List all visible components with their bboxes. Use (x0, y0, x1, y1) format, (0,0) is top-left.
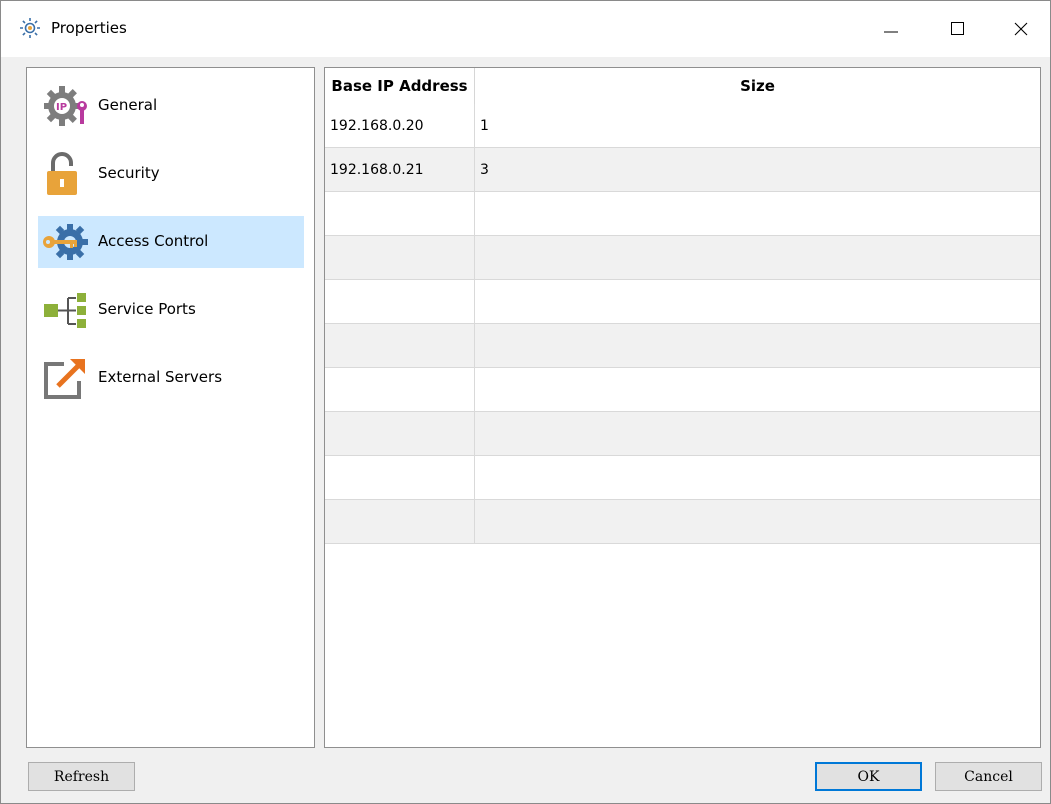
cell-base-ip[interactable] (325, 236, 475, 279)
access-control-table-panel: Base IP Address Size 192.168.0.20 1 192.16… (324, 67, 1041, 748)
cell-size[interactable]: 3 (475, 148, 1040, 191)
cell-size[interactable]: 1 (475, 104, 1040, 147)
cell-base-ip[interactable] (325, 192, 475, 235)
cell-size[interactable] (475, 280, 1040, 323)
cell-base-ip[interactable] (325, 324, 475, 367)
minimize-button[interactable] (860, 1, 922, 57)
sidebar-item-label: General (98, 96, 158, 114)
table-row[interactable] (325, 368, 1040, 412)
sidebar: IP General Security Access Control Servi… (26, 67, 315, 748)
gear-icon (20, 18, 40, 38)
table-row[interactable] (325, 456, 1040, 500)
table-row[interactable] (325, 412, 1040, 456)
table-row[interactable] (325, 324, 1040, 368)
cell-size[interactable] (475, 412, 1040, 455)
key-gear-icon (43, 224, 88, 260)
sidebar-item-security[interactable]: Security (38, 148, 304, 200)
ports-tree-icon (44, 293, 86, 328)
maximize-icon (951, 22, 964, 35)
table-row[interactable] (325, 280, 1040, 324)
table-header: Base IP Address Size (325, 68, 1040, 104)
cell-size[interactable] (475, 192, 1040, 235)
window-title: Properties (51, 19, 127, 37)
ok-button[interactable]: OK (815, 762, 922, 791)
sidebar-item-service-ports[interactable]: Service Ports (38, 284, 304, 336)
cell-size[interactable] (475, 236, 1040, 279)
sidebar-item-access-control[interactable]: Access Control (38, 216, 304, 268)
svg-text:IP: IP (56, 102, 67, 113)
table-row[interactable]: 192.168.0.20 1 (325, 104, 1040, 148)
cell-base-ip[interactable] (325, 280, 475, 323)
external-link-icon (44, 359, 85, 399)
close-button[interactable] (990, 1, 1051, 57)
cell-base-ip[interactable] (325, 412, 475, 455)
sidebar-item-label: Service Ports (98, 300, 196, 318)
refresh-button[interactable]: Refresh (28, 762, 135, 791)
cell-base-ip[interactable] (325, 368, 475, 411)
sidebar-item-label: External Servers (98, 368, 223, 386)
table-row[interactable] (325, 236, 1040, 280)
maximize-button[interactable] (926, 1, 988, 57)
title-bar[interactable]: Properties (1, 1, 1050, 57)
cell-base-ip[interactable]: 192.168.0.21 (325, 148, 475, 191)
sidebar-item-external-servers[interactable]: External Servers (38, 352, 304, 404)
table-row[interactable] (325, 192, 1040, 236)
cell-size[interactable] (475, 500, 1040, 543)
cell-size[interactable] (475, 368, 1040, 411)
sidebar-item-general[interactable]: IP General (38, 80, 304, 132)
table-row[interactable] (325, 500, 1040, 544)
sidebar-item-label: Security (98, 164, 160, 182)
properties-window: Properties IP General Security Access Co… (0, 0, 1051, 804)
cancel-button[interactable]: Cancel (935, 762, 1042, 791)
cell-base-ip[interactable] (325, 500, 475, 543)
cell-base-ip[interactable]: 192.168.0.20 (325, 104, 475, 147)
table-row[interactable]: 192.168.0.21 3 (325, 148, 1040, 192)
cell-base-ip[interactable] (325, 456, 475, 499)
lock-icon (47, 152, 77, 195)
cell-size[interactable] (475, 324, 1040, 367)
ip-gear-icon: IP (44, 86, 87, 126)
cell-size[interactable] (475, 456, 1040, 499)
sidebar-item-label: Access Control (98, 232, 209, 250)
column-header-size[interactable]: Size (475, 68, 1040, 104)
column-header-base-ip[interactable]: Base IP Address (325, 68, 475, 104)
close-icon (1014, 22, 1028, 36)
minimize-icon (884, 31, 898, 33)
